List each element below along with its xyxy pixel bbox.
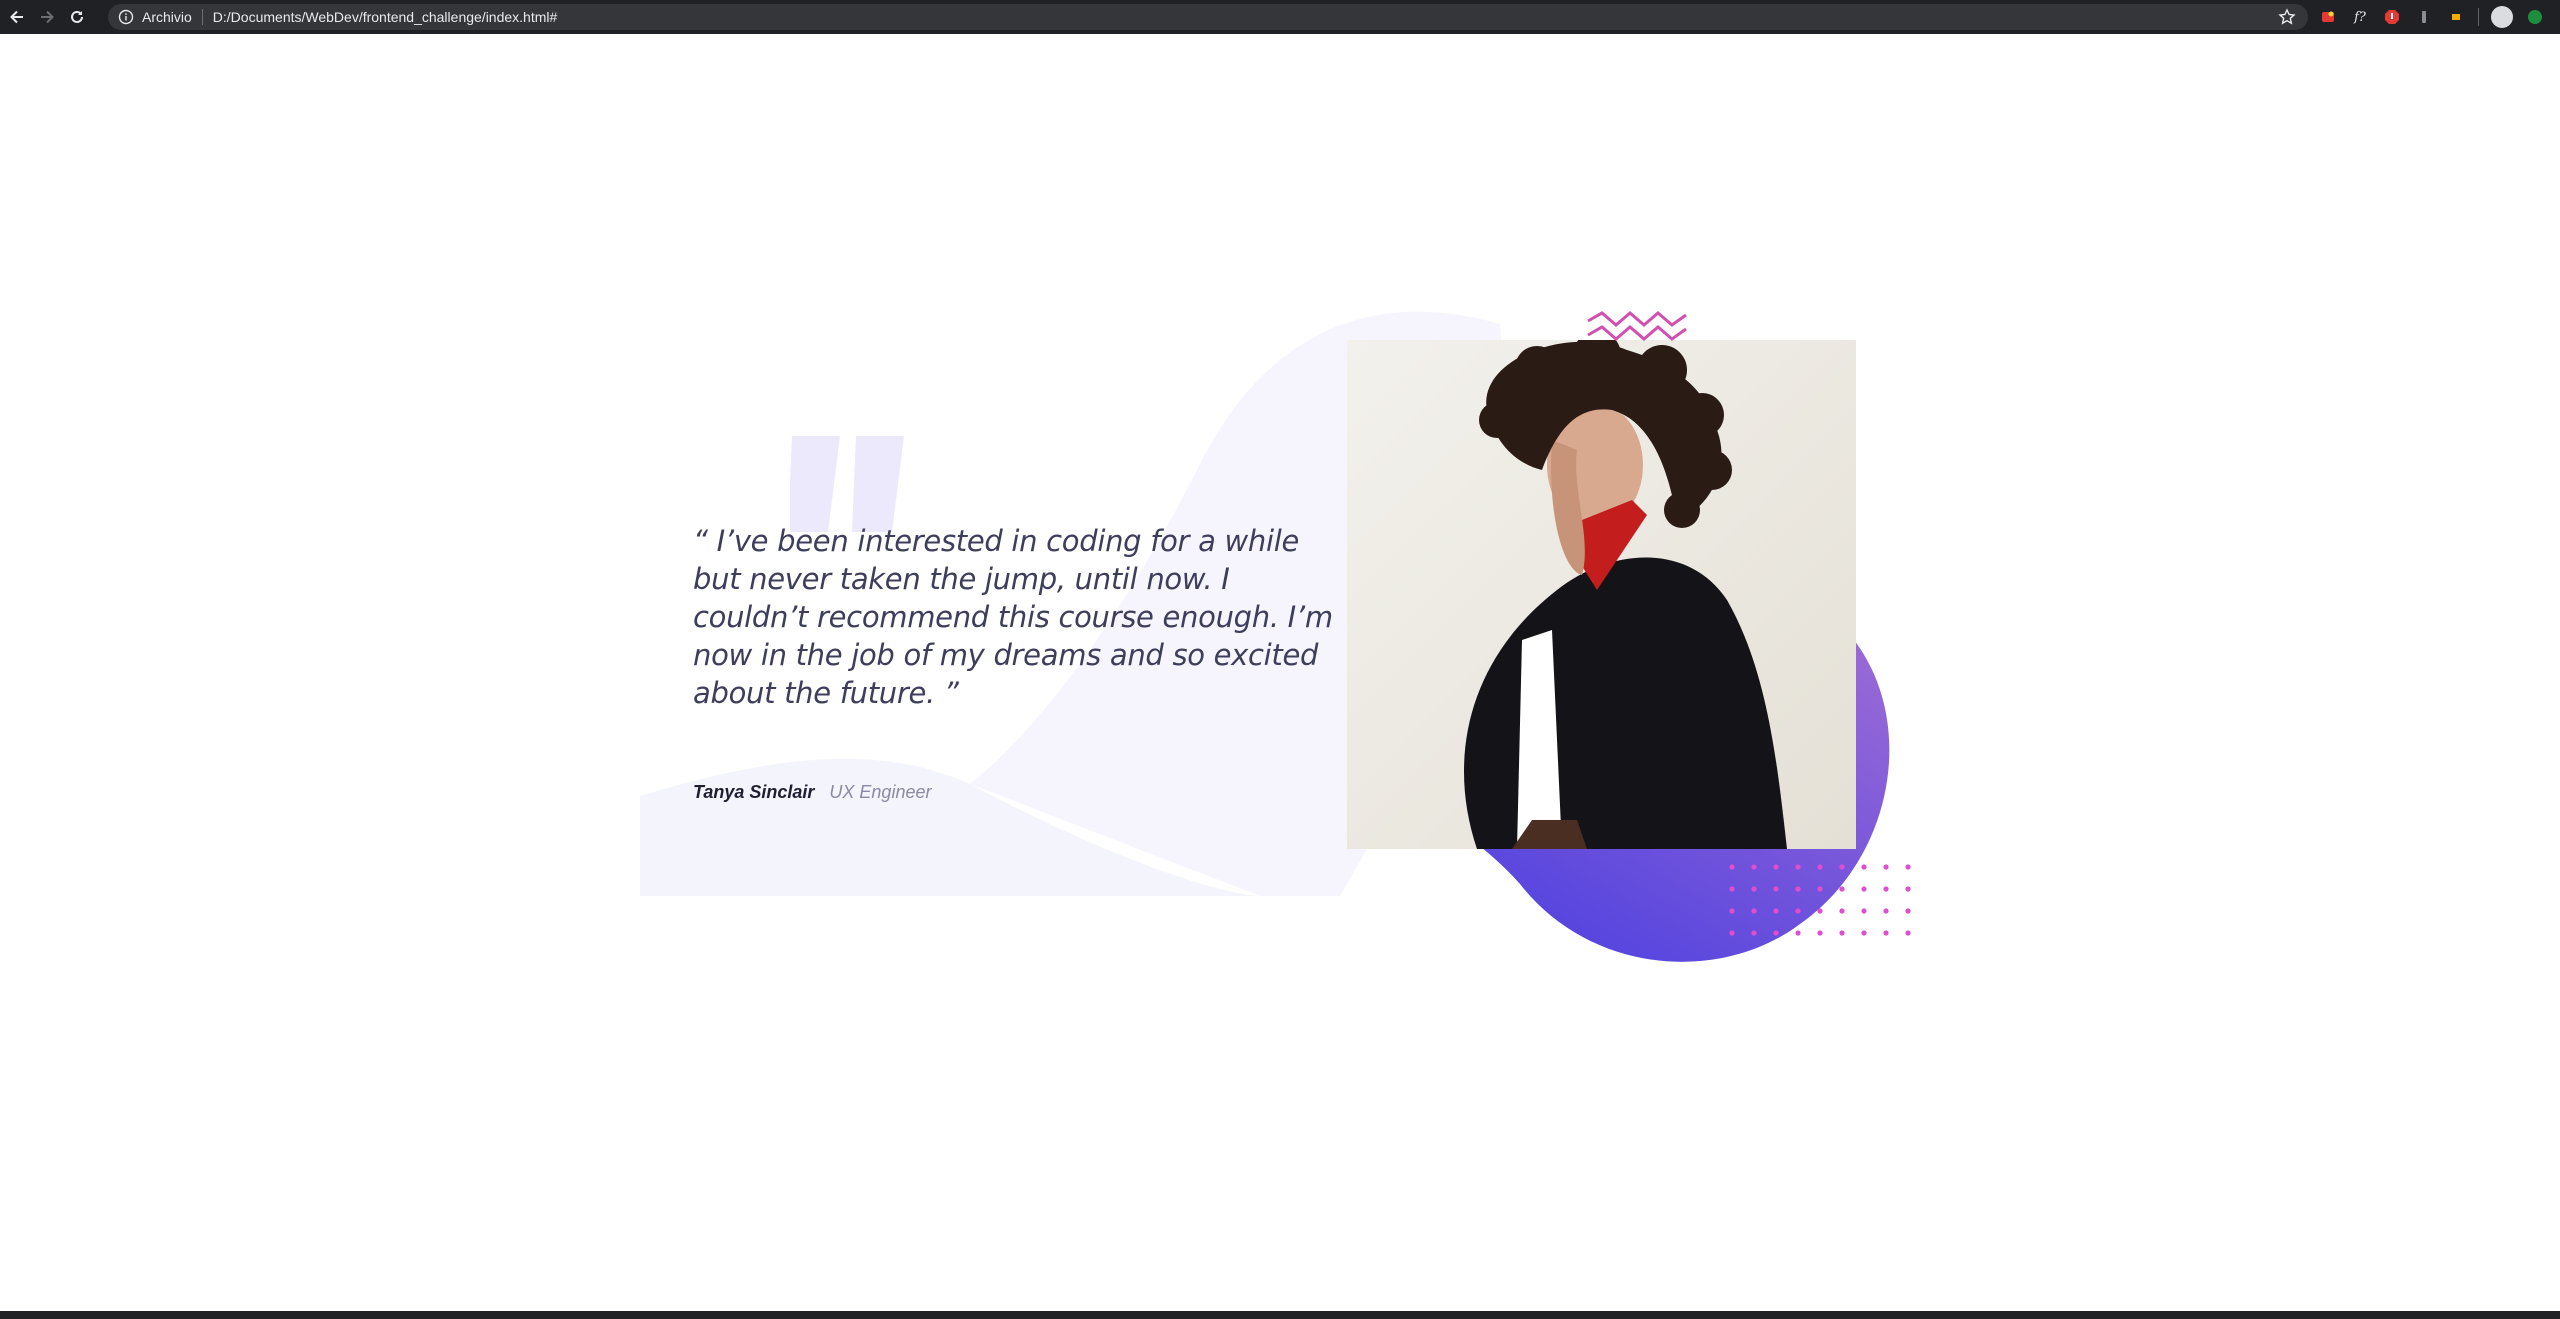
pattern-dot [1795,908,1801,914]
pattern-dot [1839,864,1845,870]
author-name: Tanya Sinclair [693,782,815,802]
pattern-dot [1817,930,1823,936]
forward-icon [41,10,54,24]
update-icon [2528,10,2542,24]
reload-icon [71,10,83,23]
forward-button[interactable] [34,4,60,30]
window-bottom-edge [0,1311,2560,1319]
pattern-dot [1729,930,1735,936]
author-role: UX Engineer [829,782,932,802]
pattern-dot [1861,864,1867,870]
pattern-dot [1751,886,1757,892]
pattern-dot [1795,886,1801,892]
pattern-dot [1751,908,1757,914]
pattern-dot [1795,930,1801,936]
pattern-dot [1773,908,1779,914]
pattern-dot [1839,908,1845,914]
browser-toolbar: Archivio D:/Documents/WebDev/frontend_ch… [0,0,2560,34]
portrait-image [1347,340,1856,849]
pattern-dot [1861,886,1867,892]
pattern-dot [1729,908,1735,914]
author-info: Tanya Sinclair UX Engineer [693,782,931,803]
toolbar-divider [2478,8,2479,26]
back-icon [10,10,23,24]
pattern-dot [1817,864,1823,870]
pattern-dot [1729,864,1735,870]
pattern-dot [1861,930,1867,936]
extension-yellow-icon[interactable] [2446,7,2466,27]
reload-button[interactable] [64,4,90,30]
author-photo [1347,340,1856,849]
adblock-extension-icon[interactable] [2382,7,2402,27]
zigzag-decoration [1587,311,1687,341]
font-extension-icon[interactable]: f? [2350,7,2370,27]
back-button[interactable] [4,4,30,30]
pattern-dot [1883,864,1889,870]
quote-mark-icon [790,436,904,532]
testimonial-section: “ I’ve been interested in coding for a w… [0,34,2560,1319]
pattern-dot [1751,864,1757,870]
pattern-dot [1905,864,1911,870]
bookmark-star-icon[interactable] [2278,8,2296,26]
extensions-area: f? [2318,6,2545,28]
pattern-dot [1883,886,1889,892]
extension-gray-icon[interactable] [2414,7,2434,27]
info-icon[interactable] [118,9,134,25]
pattern-dot [1773,930,1779,936]
dot-pattern [1729,864,1911,936]
pattern-dot [1729,886,1735,892]
update-button[interactable] [2525,7,2545,27]
pattern-dot [1861,908,1867,914]
pattern-dot [1839,886,1845,892]
pattern-dot [1905,908,1911,914]
address-bar[interactable]: Archivio D:/Documents/WebDev/frontend_ch… [108,4,2308,30]
pattern-dot [1883,908,1889,914]
site-info-label[interactable]: Archivio [142,9,192,25]
profile-avatar[interactable] [2491,6,2513,28]
pattern-dot [1905,886,1911,892]
pattern-dot [1839,930,1845,936]
pattern-dot [1751,930,1757,936]
pattern-dot [1905,930,1911,936]
pattern-dot [1795,864,1801,870]
pattern-dot [1773,864,1779,870]
pattern-dot [1817,908,1823,914]
pattern-dot [1773,886,1779,892]
url-text[interactable]: D:/Documents/WebDev/frontend_challenge/i… [213,9,557,25]
address-divider [201,9,203,25]
pattern-dot [1883,930,1889,936]
pattern-dot [1817,886,1823,892]
testimonial-quote: “ I’ve been interested in coding for a w… [693,524,1333,710]
extension-red-icon[interactable] [2318,7,2338,27]
